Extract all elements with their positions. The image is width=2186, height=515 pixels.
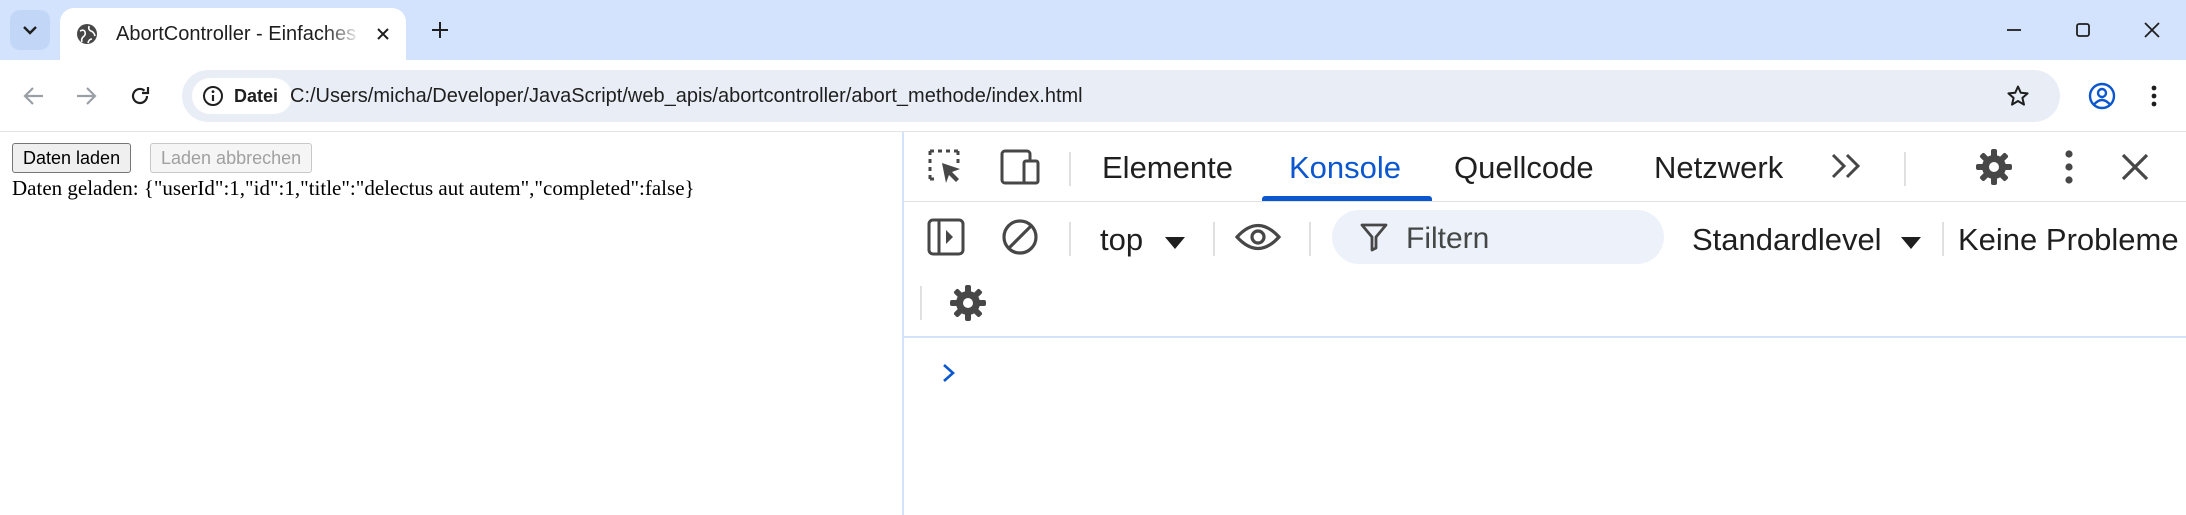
dropdown-arrow-icon — [1901, 237, 1922, 249]
star-icon — [2007, 85, 2029, 106]
reload-icon — [131, 87, 150, 105]
toolbar-divider — [920, 286, 922, 320]
maximize-button[interactable] — [2063, 10, 2103, 50]
tab-close-button[interactable] — [369, 20, 397, 48]
plus-icon — [432, 22, 448, 38]
minimize-icon — [2007, 29, 2021, 31]
minimize-button[interactable] — [1994, 10, 2034, 50]
toolbar-divider — [1213, 222, 1215, 256]
tab-search-button[interactable] — [10, 10, 50, 50]
filter-input[interactable]: Filtern — [1332, 210, 1664, 264]
maximize-icon — [2076, 23, 2090, 37]
output-text: Daten geladen: {"userId":1,"id":1,"title… — [12, 176, 695, 200]
prompt-chevron-icon — [943, 364, 955, 382]
close-icon — [2121, 153, 2149, 181]
browser-toolbar: Datei C:/Users/micha/Developer/JavaScrip… — [0, 60, 2186, 132]
chevron-down-icon — [23, 26, 37, 35]
back-button[interactable] — [12, 74, 56, 118]
abort-loading-button[interactable]: Laden abbrechen — [150, 143, 313, 173]
url-text[interactable]: C:/Users/micha/Developer/JavaScript/web_… — [290, 85, 1083, 108]
gear-icon — [950, 285, 986, 321]
toolbar-divider — [1069, 222, 1071, 256]
browser-tab-active[interactable]: AbortController - Einfaches Fetch — [60, 8, 406, 60]
kebab-menu-icon — [2065, 150, 2073, 184]
kebab-menu-icon — [2151, 85, 2157, 107]
log-level-label: Standardlevel — [1692, 222, 1882, 257]
dropdown-arrow-icon — [1164, 237, 1185, 249]
tab-title: AbortController - Einfaches Fetch — [116, 22, 361, 45]
toolbar-divider — [1942, 222, 1944, 256]
page-viewport: Daten laden Laden abbrechen Daten gelade… — [0, 132, 902, 515]
context-selector[interactable]: top — [1100, 222, 1186, 258]
toolbar-divider — [1309, 222, 1311, 256]
clear-console-button[interactable] — [996, 213, 1044, 261]
filter-icon — [1360, 223, 1388, 252]
reload-button[interactable] — [118, 74, 162, 118]
close-devtools-button[interactable] — [2111, 143, 2159, 191]
device-toolbar-icon — [1000, 149, 1040, 185]
device-toolbar-button[interactable] — [996, 143, 1044, 191]
close-window-button[interactable] — [2132, 10, 2172, 50]
active-tab-indicator — [1262, 196, 1432, 201]
console-settings-button[interactable] — [944, 279, 992, 327]
bookmark-button[interactable] — [2000, 78, 2036, 114]
gear-icon — [1976, 149, 2012, 185]
back-icon — [23, 87, 43, 105]
site-info-chip[interactable]: Datei — [192, 78, 293, 114]
tab-elements[interactable]: Elemente — [1102, 150, 1233, 186]
sidebar-icon — [927, 218, 965, 256]
toolbar-divider — [1069, 152, 1071, 186]
console-sidebar-button[interactable] — [922, 213, 970, 261]
address-bar[interactable]: Datei C:/Users/micha/Developer/JavaScrip… — [182, 70, 2060, 122]
devtools-settings-button[interactable] — [1970, 143, 2018, 191]
globe-icon — [74, 21, 100, 47]
close-icon — [377, 28, 389, 40]
inspect-element-button[interactable] — [922, 143, 970, 191]
tab-sources[interactable]: Quellcode — [1454, 150, 1594, 186]
devtools-menu-button[interactable] — [2045, 143, 2093, 191]
live-expression-button[interactable] — [1234, 213, 1282, 261]
eye-icon — [1235, 223, 1281, 251]
inspect-element-icon — [928, 149, 960, 183]
issues-counter[interactable]: Keine Probleme — [1958, 222, 2179, 258]
toolbar-divider — [1904, 152, 1906, 186]
close-icon — [2144, 22, 2160, 38]
forward-icon — [77, 87, 97, 105]
more-tabs-button[interactable] — [1823, 142, 1871, 190]
profile-button[interactable] — [2080, 74, 2124, 118]
filter-placeholder: Filtern — [1406, 222, 1490, 255]
new-tab-button[interactable] — [424, 14, 456, 46]
devtools-panel: Elemente Konsole Quellcode Netzwerk top — [902, 132, 2186, 515]
profile-icon — [2088, 82, 2116, 110]
devtools-tab-bar: Elemente Konsole Quellcode Netzwerk — [904, 132, 2186, 202]
forward-button[interactable] — [64, 74, 108, 118]
info-icon — [203, 86, 223, 106]
tab-console[interactable]: Konsole — [1289, 150, 1401, 186]
tab-network[interactable]: Netzwerk — [1654, 150, 1783, 186]
console-toolbar: top Filtern Standardlevel Keine Probleme — [904, 202, 2186, 338]
browser-menu-button[interactable] — [2134, 74, 2174, 118]
console-prompt[interactable] — [934, 358, 964, 388]
log-level-selector[interactable]: Standardlevel — [1692, 222, 1922, 258]
load-data-button[interactable]: Daten laden — [12, 143, 132, 173]
clear-console-icon — [1002, 219, 1038, 255]
tab-strip: AbortController - Einfaches Fetch — [0, 0, 2186, 60]
context-selector-label: top — [1100, 222, 1144, 257]
more-tabs-icon — [1831, 153, 1861, 179]
site-info-label: Datei — [234, 85, 279, 106]
